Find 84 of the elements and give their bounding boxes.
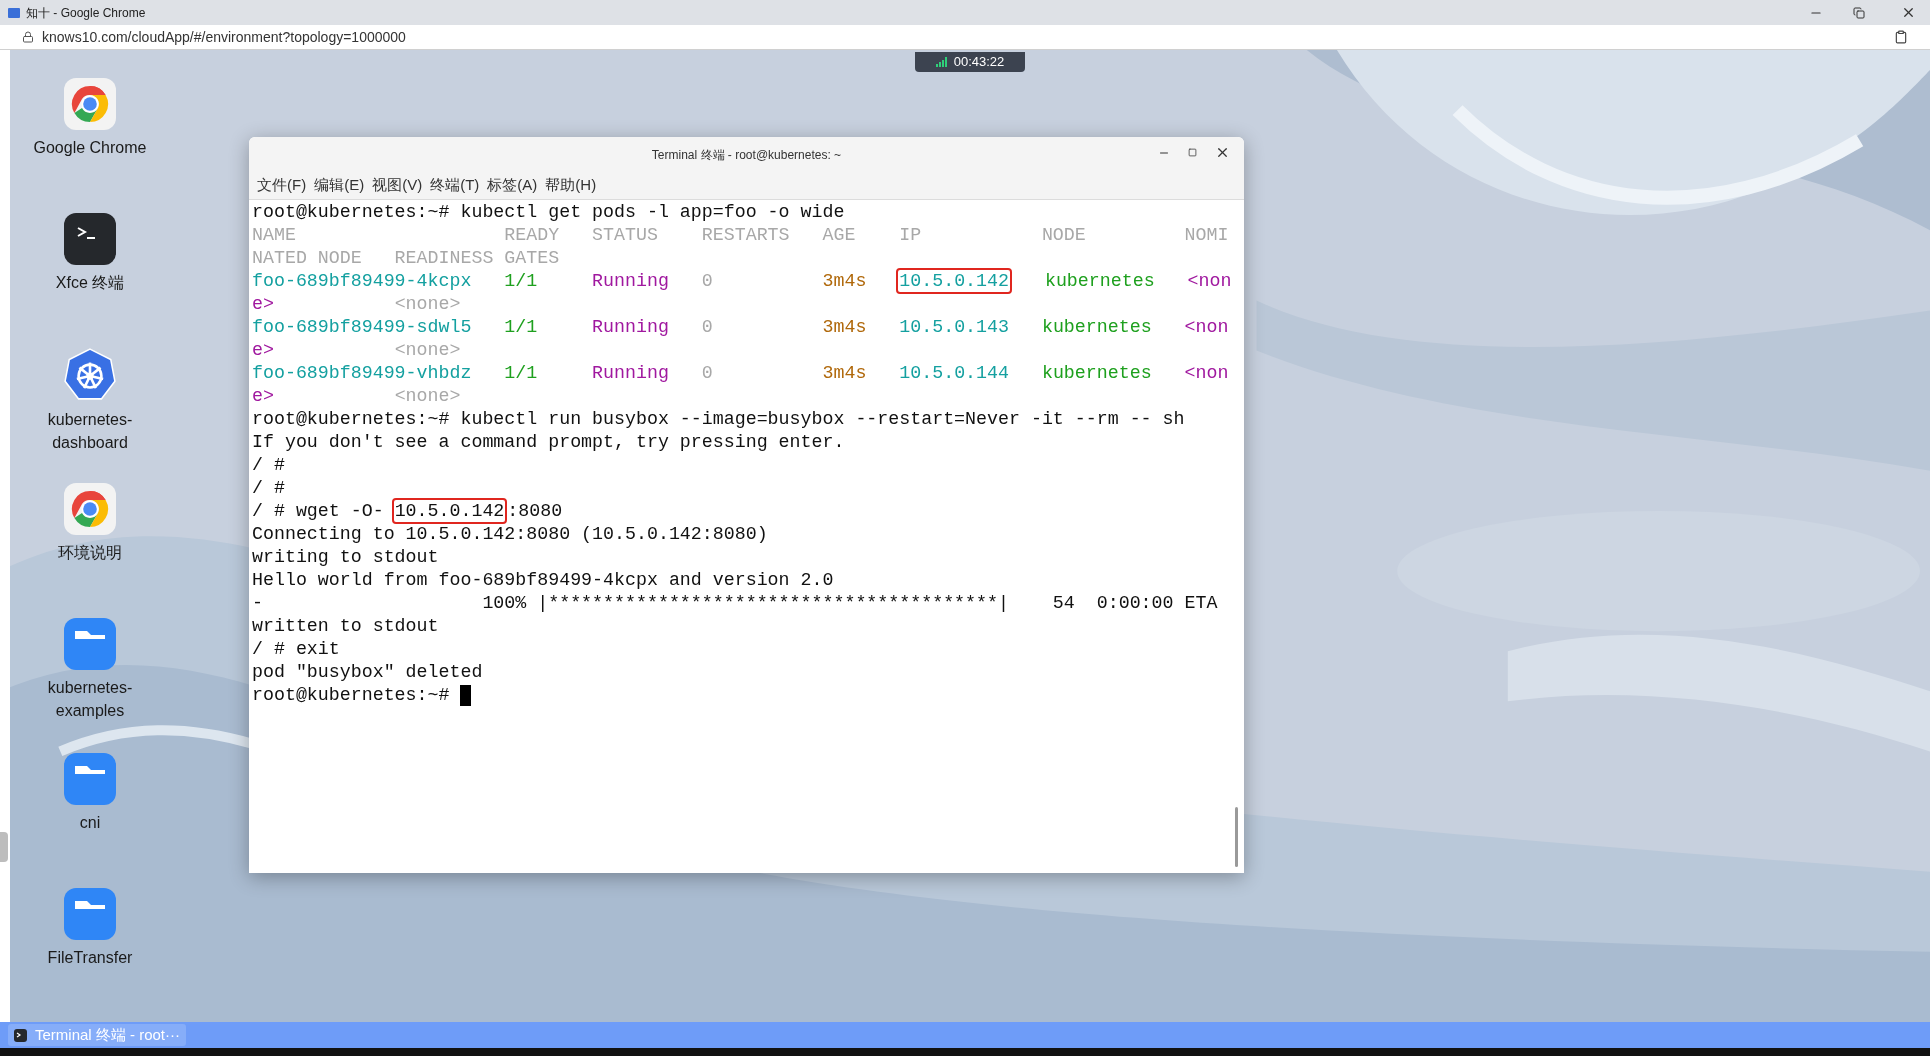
- scroll-handle[interactable]: [0, 832, 8, 862]
- window-title: 知十 - Google Chrome: [26, 4, 146, 22]
- site-favicon: [8, 7, 20, 18]
- close-icon[interactable]: [1901, 5, 1916, 20]
- restore-icon[interactable]: [1853, 6, 1865, 19]
- terminal-text: 3m4s: [822, 363, 868, 383]
- terminal-text: foo-689bf89499-sdwl5: [252, 317, 473, 337]
- menu-item[interactable]: 帮助(H): [545, 174, 597, 197]
- address-bar[interactable]: knows10.com/cloudApp/#/environment?topology=1000000: [42, 26, 406, 48]
- terminal-text: e>: [252, 294, 275, 314]
- menu-item[interactable]: 视图(V): [372, 174, 423, 197]
- terminal-text: <non: [1187, 271, 1232, 291]
- terminal-text: kubernetes: [1043, 271, 1156, 291]
- signal-icon: [935, 57, 948, 67]
- terminal-text: kubernetes: [1040, 317, 1153, 337]
- terminal-text: foo-689bf89499-4kcpx: [252, 271, 473, 291]
- menu-item[interactable]: 终端(T): [430, 174, 480, 197]
- terminal-text: / # wget -O-: [252, 501, 385, 521]
- lock-icon: [22, 31, 34, 43]
- terminal-text: Running: [592, 317, 670, 337]
- clipboard-icon[interactable]: [1894, 30, 1908, 44]
- terminal-text: 10.5.0.142: [899, 271, 1009, 291]
- desktop-icon-label[interactable]: kubernetes-examples: [25, 676, 155, 722]
- timer-text: 00:43:22: [953, 53, 1005, 72]
- terminal-text: <none>: [394, 340, 461, 360]
- terminal-text: 1/1: [504, 317, 539, 337]
- terminal-text: NAME READY STATUS RESTARTS AGE IP NODE NOMI: [252, 225, 1229, 245]
- terminal-text: 10.5.0.143: [899, 317, 1009, 337]
- menu-item[interactable]: 标签(A): [487, 174, 538, 197]
- terminal-text: / #: [252, 455, 285, 475]
- terminal-text: 10.5.0.142: [394, 501, 505, 521]
- folder-icon: [63, 617, 117, 671]
- terminal-text: 1/1: [504, 271, 539, 291]
- terminal-text: writing to stdout: [252, 547, 439, 567]
- terminal-text: <non: [1184, 317, 1229, 337]
- terminal-title: Terminal 终端 - root@kubernetes: ~: [651, 146, 842, 164]
- terminal-text: <none>: [394, 294, 461, 314]
- terminal-text: e>: [252, 386, 275, 406]
- menu-item[interactable]: 编辑(E): [314, 174, 365, 197]
- terminal-text: Running: [592, 271, 670, 291]
- terminal-text: Hello world from foo-689bf89499-4kcpx and version 2.0: [252, 570, 834, 590]
- terminal-text: / # exit: [252, 639, 340, 659]
- terminal-text: written to stdout: [252, 616, 439, 636]
- text-cursor: [460, 684, 472, 706]
- terminal-text: Connecting to 10.5.0.142:8080 (10.5.0.142:8080): [252, 524, 768, 544]
- terminal-text: 0: [701, 271, 714, 291]
- terminal-text: <none>: [394, 386, 461, 406]
- desktop-icon-label[interactable]: kubernetes-dashboard: [25, 408, 155, 454]
- terminal-text: 3m4s: [822, 317, 868, 337]
- desktop-icon-label[interactable]: Google Chrome: [25, 136, 155, 159]
- desktop-icon-label[interactable]: cni: [25, 811, 155, 834]
- desktop-icon-label[interactable]: FileTransfer: [25, 946, 155, 969]
- terminal-text: 0: [701, 317, 714, 337]
- scrollbar-thumb[interactable]: [1235, 807, 1238, 867]
- terminal-text: foo-689bf89499-vhbdz: [252, 363, 473, 383]
- terminal-text: root@kubernetes:~# kubectl run busybox --image=busybox --restart=Never -it --rm -- sh: [252, 409, 1185, 429]
- maximize-icon[interactable]: [1188, 148, 1197, 157]
- terminal-text: - 100% |*****************************************| 54 0:00:00 ETA: [252, 593, 1218, 613]
- terminal-text: kubernetes: [1040, 363, 1153, 383]
- desktop-icon-label[interactable]: Xfce 终端: [25, 271, 155, 294]
- terminal-icon: [63, 212, 117, 266]
- terminal-text: pod "busybox" deleted: [252, 662, 483, 682]
- terminal-icon: [14, 1028, 27, 1042]
- terminal-text: Running: [592, 363, 670, 383]
- desktop-icon-label[interactable]: 环境说明: [25, 541, 155, 564]
- folder-icon: [63, 752, 117, 806]
- terminal-text: 1/1: [504, 363, 539, 383]
- terminal-text: NATED NODE READINESS GATES: [252, 248, 560, 268]
- terminal-text: root@kubernetes:~# kubectl get pods -l app=foo -o wide: [252, 202, 845, 222]
- terminal-text: 3m4s: [822, 271, 868, 291]
- terminal-text: If you don't see a command prompt, try pressing enter.: [252, 432, 845, 452]
- menu-item[interactable]: 文件(F): [257, 174, 307, 197]
- terminal-text: 0: [701, 363, 714, 383]
- folder-icon: [63, 887, 117, 941]
- terminal-text: 10.5.0.144: [899, 363, 1009, 383]
- chrome-icon: [63, 77, 117, 131]
- terminal-text: root@kubernetes:~#: [252, 685, 451, 705]
- terminal-text: :8080: [507, 501, 563, 521]
- terminal-text: <non: [1184, 363, 1229, 383]
- close-icon[interactable]: [1215, 145, 1230, 160]
- chrome-icon: [63, 482, 117, 536]
- helm-wheel-icon: [62, 347, 118, 403]
- terminal-text: / #: [252, 478, 285, 498]
- terminal-text: e>: [252, 340, 275, 360]
